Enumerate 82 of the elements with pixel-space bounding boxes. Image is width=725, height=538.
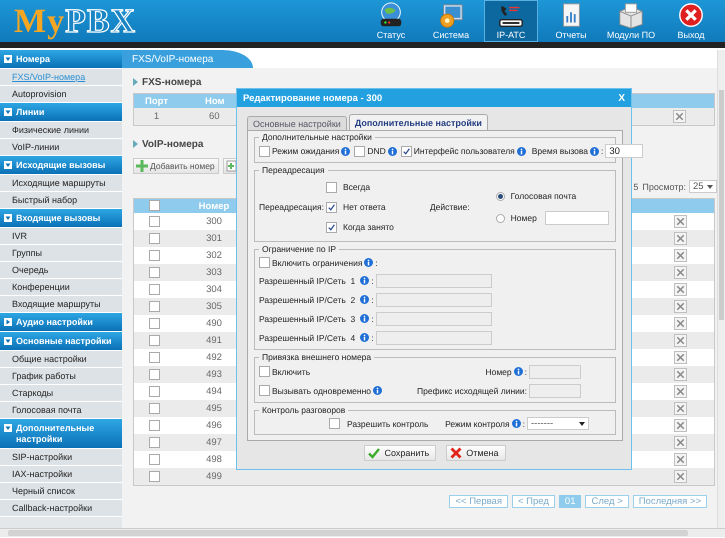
sidebar-item[interactable]: Голосовая почта — [0, 402, 122, 419]
group-title: Контроль разговоров — [261, 405, 346, 415]
sidebar-item[interactable]: Autoprovision — [0, 86, 122, 103]
checkbox-label: Интерфейс пользователя — [414, 146, 515, 156]
sidebar-section[interactable]: Номера — [0, 50, 122, 69]
sidebar-item[interactable]: VoIP-линии — [0, 139, 122, 156]
radio-label: Голосовая почта — [510, 191, 576, 201]
colon: : — [524, 366, 527, 376]
section-heading: FXS-номера — [142, 76, 202, 88]
tab[interactable]: Дополнительные настройки — [348, 114, 488, 130]
field-label: Разрешенный IP/Сеть 1 — [259, 276, 356, 286]
sidebar-item[interactable]: Черный список — [0, 483, 122, 500]
tab[interactable]: Основные настройки — [247, 116, 347, 130]
colon: : — [601, 146, 604, 156]
sidebar-section[interactable]: Входящие вызовы — [0, 209, 122, 228]
checkbox-label: Режим ожидания — [272, 146, 340, 156]
field-label: Разрешенный IP/Сеть 3 — [259, 314, 356, 324]
sidebar-item[interactable]: График работы — [0, 368, 122, 385]
sidebar-item[interactable]: IAX-настройки — [0, 466, 122, 483]
checkbox-label: Нет ответа — [343, 202, 386, 212]
page-size-label: Просмотр: — [642, 182, 686, 192]
sidebar-item[interactable]: Callback-настройки — [0, 500, 122, 517]
sidebar-item[interactable]: Исходящие маршруты — [0, 175, 122, 192]
nav-button[interactable]: IP-АТС — [484, 0, 538, 42]
sidebar-section[interactable]: Дополнительные настройки — [0, 419, 122, 449]
radio-label: Номер — [510, 213, 537, 223]
mode-select[interactable]: ------- — [527, 417, 589, 430]
field-label: Префикс исходящей линии: — [417, 386, 527, 396]
add-button[interactable]: Добавить номер — [133, 158, 219, 174]
group-title: Ограничение по IP — [261, 244, 338, 254]
sidebar-section[interactable]: Основные настройки — [0, 332, 122, 351]
nav-button[interactable]: Статус — [364, 0, 418, 42]
column-header: Порт — [134, 94, 179, 108]
checkbox-label: Всегда — [343, 182, 370, 192]
sidebar-section[interactable]: Аудио настройки — [0, 313, 122, 332]
sidebar-item[interactable]: Быстрый набор — [0, 192, 122, 209]
colon: : — [522, 418, 525, 428]
nav-button[interactable]: Отчеты — [544, 0, 598, 42]
colon: : — [371, 276, 374, 286]
field-label: Время вызова — [532, 146, 588, 156]
sidebar-item[interactable]: Входящие маршруты — [0, 296, 122, 313]
sidebar-item[interactable]: Общие настройки — [0, 351, 122, 368]
nav-button[interactable]: Система — [424, 0, 478, 42]
sidebar-item[interactable]: Очередь — [0, 262, 122, 279]
count-text: 5 — [633, 182, 638, 192]
field-label: Переадресация: — [259, 202, 324, 212]
checkbox-label: Включить ограничения — [272, 258, 362, 268]
field-label: Номер — [485, 366, 512, 376]
sidebar-item[interactable]: Старкоды — [0, 385, 122, 402]
save-button[interactable]: Сохранить — [364, 445, 436, 461]
sidebar-item[interactable]: IVR — [0, 228, 122, 245]
checkbox-label: Разрешить контроль — [347, 418, 428, 428]
colon: : — [371, 314, 374, 324]
field-label: Разрешенный IP/Сеть 4 — [259, 332, 356, 342]
table-cell: 499 — [174, 468, 254, 486]
colon: : — [371, 332, 374, 342]
logo: MyPBX — [13, 2, 136, 42]
nav-button[interactable]: Выход — [664, 0, 718, 42]
cancel-button[interactable]: Отмена — [446, 445, 506, 461]
group-title: Переадресация — [261, 165, 326, 175]
sidebar-item[interactable]: Физические линии — [0, 122, 122, 139]
group-title: Дополнительные настройки — [261, 132, 373, 142]
sidebar-item[interactable]: Группы — [0, 245, 122, 262]
field-label: Действие: — [430, 202, 470, 212]
page-size-select[interactable]: 25 — [689, 180, 717, 193]
table-cell: 1 — [134, 108, 179, 126]
section-heading: VoIP-номера — [142, 138, 204, 150]
checkbox-label: Включить — [272, 366, 310, 376]
checkbox-label: Вызывать одновременно — [272, 386, 372, 396]
checkbox-label: DND — [367, 146, 386, 156]
sidebar-section[interactable]: Линии — [0, 103, 122, 122]
checkbox-label: Когда занято — [343, 222, 394, 232]
group-title: Привязка внешнего номера — [261, 352, 372, 362]
sidebar-section[interactable]: Исходящие вызовы — [0, 156, 122, 175]
call-time-field[interactable]: 30 — [605, 144, 644, 158]
sidebar-item[interactable]: Конференции — [0, 279, 122, 296]
colon: : — [375, 258, 378, 268]
sidebar-item[interactable]: SIP-настройки — [0, 449, 122, 466]
nav-button[interactable]: Модули ПО — [604, 0, 658, 42]
field-label: Режим контроля — [445, 418, 510, 428]
colon: : — [371, 294, 374, 304]
field-label: Разрешенный IP/Сеть 2 — [259, 294, 356, 304]
